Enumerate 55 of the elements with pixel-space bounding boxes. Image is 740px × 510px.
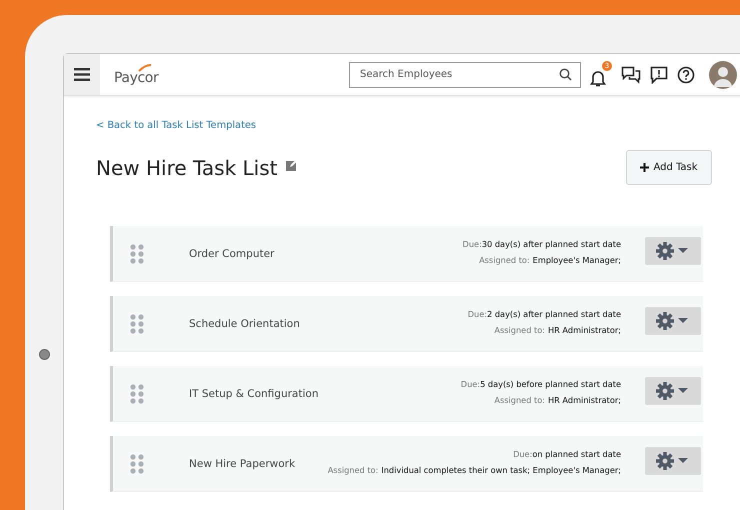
due-value: 5 day(s) before planned start date (480, 378, 621, 388)
camera-dot (39, 349, 50, 360)
drag-handle-icon[interactable] (130, 314, 144, 334)
search-icon (559, 68, 572, 80)
task-row[interactable]: New Hire Paperwork Due:on planned start date Assigned to: Individual completes their own task; Employee's Manager; (110, 436, 703, 492)
chat-button[interactable] (621, 66, 641, 84)
drag-handle-icon[interactable] (130, 454, 144, 474)
settings-caret-icon (655, 450, 691, 470)
settings-dropdown-button[interactable] (645, 306, 701, 334)
settings-caret-icon (655, 380, 691, 400)
drag-handle-icon[interactable] (130, 244, 144, 264)
assigned-label: Assigned to: (479, 254, 530, 264)
assigned-value: Employee's Manager; (532, 254, 621, 264)
due-value: 2 day(s) after planned start date (487, 308, 621, 318)
due-label: Due: (513, 448, 532, 458)
feedback-button[interactable] (650, 66, 668, 84)
chat-bubbles-icon (621, 66, 641, 84)
menu-icon (74, 68, 90, 81)
settings-caret-icon (655, 310, 691, 330)
task-name: IT Setup & Configuration (189, 388, 318, 400)
alert-message-icon (650, 66, 668, 84)
menu-button[interactable] (64, 54, 100, 95)
help-button[interactable] (677, 66, 695, 84)
logo[interactable]: Paycor (114, 64, 158, 86)
assigned-value: HR Administrator; (548, 394, 621, 404)
task-name: New Hire Paperwork (189, 458, 296, 470)
avatar[interactable] (709, 60, 737, 88)
drag-handle-icon[interactable] (130, 384, 144, 404)
swoosh-icon (138, 64, 152, 72)
task-row[interactable]: Order Computer Due:30 day(s) after planned start date Assigned to: Employee's Manager; (110, 226, 703, 282)
settings-dropdown-button[interactable] (645, 236, 701, 264)
assigned-value: Individual completes their own task; Employee's Manager; (381, 464, 621, 474)
assigned-label: Assigned to: (494, 324, 545, 334)
assigned-value: HR Administrator; (548, 324, 621, 334)
settings-dropdown-button[interactable] (645, 446, 701, 474)
add-task-button[interactable]: Add Task (626, 150, 712, 185)
due-label: Due: (462, 238, 482, 248)
plus-icon (640, 163, 650, 172)
back-link[interactable]: < Back to all Task List Templates (96, 120, 256, 131)
edit-icon[interactable] (286, 158, 298, 170)
search-field[interactable]: Search Employees (349, 62, 581, 88)
task-row[interactable]: IT Setup & Configuration Due:5 day(s) before planned start date Assigned to: HR Administrator; (110, 366, 703, 422)
assigned-label: Assigned to: (494, 394, 545, 404)
settings-dropdown-button[interactable] (645, 376, 701, 404)
due-value: 30 day(s) after planned start date (482, 238, 621, 248)
task-name: Order Computer (189, 248, 274, 260)
help-icon (677, 66, 695, 84)
due-label: Due: (468, 308, 488, 318)
task-name: Schedule Orientation (189, 318, 300, 330)
task-row[interactable]: Schedule Orientation Due:2 day(s) after planned start date Assigned to: HR Administrator; (110, 296, 703, 352)
page-title: New Hire Task List (96, 156, 278, 180)
due-label: Due: (460, 378, 480, 388)
settings-caret-icon (655, 240, 691, 260)
due-value: on planned start date (532, 448, 621, 458)
assigned-label: Assigned to: (328, 464, 378, 474)
